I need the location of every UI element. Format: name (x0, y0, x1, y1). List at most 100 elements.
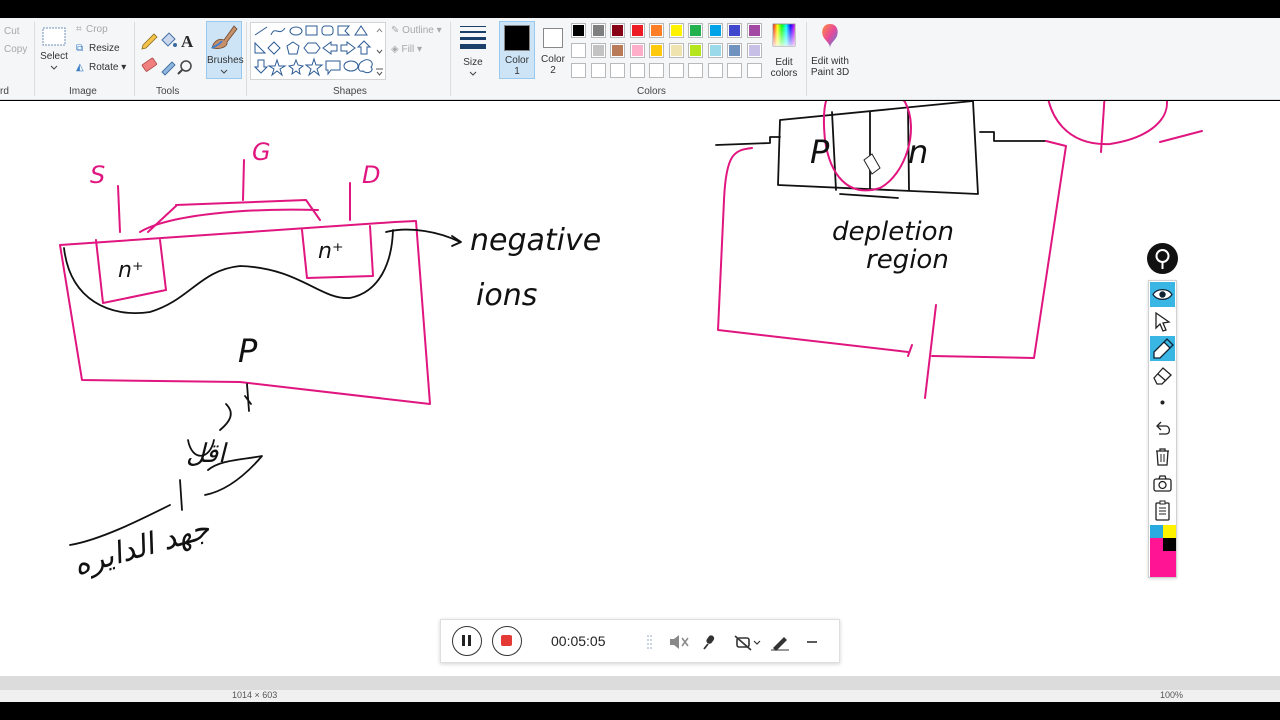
edit-colors-button[interactable]: Edit colors (768, 22, 800, 80)
palette-color-swatch[interactable] (727, 43, 742, 58)
outline-button[interactable]: ✎ Outline ▾ (391, 25, 442, 36)
palette-color-swatch[interactable] (649, 63, 664, 78)
pen-tool-button[interactable] (1150, 336, 1175, 361)
swatch-fill (612, 25, 623, 36)
size-label: Size (463, 57, 483, 68)
color-wheel-icon (772, 23, 796, 47)
pointer-tool-button[interactable] (1150, 309, 1175, 334)
clear-button[interactable] (1150, 444, 1175, 469)
palette-color-swatch[interactable] (649, 43, 664, 58)
swatch-fill (631, 25, 643, 36)
edit-colors-line2: colors (770, 68, 798, 79)
palette-color-swatch[interactable] (688, 23, 703, 38)
arabic-line2: جهد الدايره (69, 511, 214, 583)
palette-color-swatch[interactable] (707, 63, 723, 78)
palette-color-swatch[interactable] (688, 63, 703, 78)
horizontal-scrollbar[interactable] (0, 676, 1280, 690)
brushes-button[interactable]: Brushes (206, 21, 244, 79)
cut-button[interactable]: Cut (4, 26, 20, 37)
chevron-down-icon (469, 71, 477, 76)
undo-button[interactable] (1150, 417, 1175, 442)
crop-button[interactable]: ⌗ Crop (76, 24, 108, 35)
swatch-fill (612, 65, 623, 76)
resize-button[interactable]: ⧉ Resize (76, 43, 120, 54)
swatch-fill (573, 65, 584, 76)
palette-color-swatch[interactable] (610, 23, 625, 38)
pause-button[interactable] (452, 626, 482, 656)
palette-color-swatch[interactable] (707, 23, 723, 38)
fill-button[interactable]: ◈ Fill ▾ (391, 44, 422, 55)
rotate-button[interactable]: ◭ Rotate ▾ (76, 62, 126, 73)
palette-color-swatch[interactable] (707, 43, 723, 58)
divider (450, 22, 451, 96)
palette-color-swatch[interactable] (649, 23, 664, 38)
swatch-fill (729, 65, 740, 76)
palette-color-swatch[interactable] (571, 23, 586, 38)
side-palette-active-color[interactable] (1150, 551, 1176, 577)
screenshot-button[interactable] (1150, 471, 1175, 496)
magnifier-icon[interactable] (177, 60, 192, 75)
swatch-fill (690, 25, 701, 36)
side-palette-color[interactable] (1150, 525, 1163, 538)
pen-cursor-icon (863, 153, 881, 175)
pin-button[interactable] (1147, 243, 1178, 274)
palette-color-swatch[interactable] (629, 63, 645, 78)
fill-bucket-icon[interactable] (161, 32, 177, 47)
color2-button[interactable]: Color 2 (537, 21, 569, 79)
substrate-p-label: P (238, 332, 258, 370)
eraser-icon[interactable] (141, 57, 158, 72)
palette-color-swatch[interactable] (590, 23, 606, 38)
palette-color-swatch[interactable] (727, 23, 742, 38)
color-picker-icon[interactable] (161, 61, 176, 76)
palette-color-swatch[interactable] (590, 43, 606, 58)
copy-button[interactable]: Copy (4, 44, 27, 55)
palette-color-swatch[interactable] (571, 63, 586, 78)
line-size-icon (460, 26, 486, 49)
clipboard-button[interactable] (1150, 498, 1175, 523)
annotate-pen-icon[interactable] (771, 637, 789, 651)
pin-icon (1155, 249, 1170, 269)
canvas-dimensions: 1014 × 603 (232, 690, 278, 700)
shapes-scroll-icon[interactable] (375, 24, 384, 80)
screen-recorder-bar: 00:05:05 (440, 619, 840, 663)
select-button[interactable]: Select (38, 22, 70, 72)
dot-icon (1160, 400, 1165, 405)
color1-button[interactable]: Color 1 (499, 21, 535, 79)
palette-color-swatch[interactable] (610, 43, 625, 58)
pencil-icon[interactable] (141, 33, 158, 50)
swatch-fill (748, 25, 760, 36)
stop-button[interactable] (492, 626, 522, 656)
palette-color-swatch[interactable] (746, 63, 762, 78)
palette-color-swatch[interactable] (571, 43, 586, 58)
side-palette-color[interactable] (1150, 538, 1163, 551)
microphone-icon[interactable] (703, 634, 715, 650)
eraser-icon (1153, 367, 1172, 385)
palette-color-swatch[interactable] (610, 63, 625, 78)
paint3d-line1: Edit with (811, 56, 849, 67)
side-palette-color[interactable] (1163, 538, 1176, 551)
camera-off-icon[interactable] (734, 635, 761, 651)
palette-color-swatch[interactable] (746, 43, 762, 58)
palette-color-swatch[interactable] (629, 43, 645, 58)
shapes-gallery[interactable] (250, 22, 386, 80)
drawing-canvas[interactable]: S G D n⁺ n⁺ P negative ions اقل جهد الدا… (0, 101, 1280, 676)
palette-color-swatch[interactable] (668, 63, 684, 78)
palette-color-swatch[interactable] (688, 43, 703, 58)
palette-color-swatch[interactable] (668, 23, 684, 38)
palette-color-swatch[interactable] (668, 43, 684, 58)
size-button[interactable]: Size (455, 22, 491, 80)
eye-tool-button[interactable] (1150, 282, 1175, 307)
side-palette-color[interactable] (1163, 525, 1176, 538)
speaker-mute-icon[interactable] (670, 635, 689, 649)
chevron-down-icon: ▾ (433, 25, 442, 36)
text-icon[interactable]: A (181, 32, 194, 51)
dot-size-button[interactable] (1150, 390, 1175, 415)
eraser-tool-button[interactable] (1150, 363, 1175, 388)
edit-with-paint3d-button[interactable]: Edit with Paint 3D (809, 22, 851, 80)
palette-color-swatch[interactable] (746, 23, 762, 38)
palette-color-swatch[interactable] (590, 63, 606, 78)
palette-color-swatch[interactable] (727, 63, 742, 78)
palette-color-swatch[interactable] (629, 23, 645, 38)
drag-handle-icon[interactable] (647, 635, 652, 649)
swatch-fill (670, 25, 682, 36)
